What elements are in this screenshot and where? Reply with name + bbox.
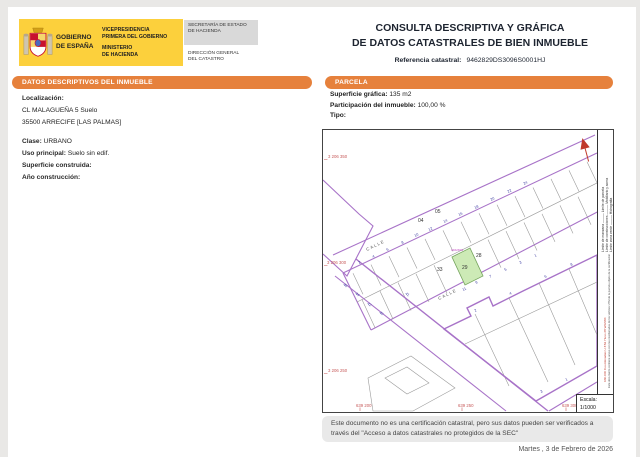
map-label: 8: [401, 240, 405, 245]
map-label: 3 206 350: [328, 154, 348, 159]
map-label: 41: [404, 292, 410, 298]
legend-line: Límite zona verde ——— Hidrografía: [609, 198, 613, 252]
document-title-line1: CONSULTA DESCRIPTIVA Y GRÁFICA: [326, 22, 614, 34]
scale-box: Escala: 1/1000: [576, 394, 613, 412]
section-header-datos: DATOS DESCRIPTIVOS DEL INMUEBLE: [12, 76, 312, 89]
uso-label: Uso principal:: [22, 150, 66, 157]
clase-label: Clase:: [22, 138, 42, 145]
map-label: 6: [386, 247, 390, 252]
map-label: 11: [462, 287, 467, 292]
ministries-label: VICEPRESIDENCIA PRIMERA DEL GOBIERNO MIN…: [102, 27, 167, 58]
map-label: 28: [476, 253, 482, 259]
map-label: 3: [519, 260, 523, 265]
cadastral-map-drawing: 3 206 3503 206 3003 206 250639 200639 25…: [323, 130, 597, 412]
address-line2: 35500 ARRECIFE [LAS PALMAS]: [22, 119, 302, 126]
direccion-general-catastro-label: DIRECCIÓN GENERAL DEL CATASTRO: [188, 51, 239, 63]
map-label: 1: [565, 377, 569, 382]
map-label: 04: [418, 218, 424, 224]
cadastral-reference-value: 9462829DS3096S0001HJ: [466, 57, 545, 64]
uso-value: Suelo sin edif.: [68, 150, 109, 157]
map-label: 4: [372, 254, 376, 259]
gobierno-espana-label: GOBIERNO DE ESPAÑA: [56, 34, 96, 50]
map-label: 8: [570, 262, 574, 267]
map-label: 44: [354, 292, 360, 298]
spain-coat-of-arms-icon: [23, 23, 53, 63]
map-label: 639 250: [458, 403, 474, 408]
government-banner: GOBIERNO DE ESPAÑA VICEPRESIDENCIA PRIME…: [19, 19, 183, 66]
superficie-construida-label: Superficie construida:: [22, 162, 92, 169]
document-title-line2: DE DATOS CATASTRALES DE BIEN INMUEBLE: [326, 37, 614, 49]
superficie-grafica-value: 135 m2: [389, 91, 411, 98]
map-label: 1: [534, 253, 538, 258]
map-label: 40: [378, 311, 384, 317]
map-label: 7: [489, 274, 493, 279]
legend-utm-note: 630.000 Coordenadas U.T.M. Huso 28 WGS84: [603, 318, 607, 383]
map-label: 2: [474, 308, 478, 313]
document-page: GOBIERNO DE ESPAÑA VICEPRESIDENCIA PRIME…: [8, 7, 636, 457]
map-label: 42: [366, 302, 372, 308]
cadastral-map: 3 206 3503 206 3003 206 250639 200639 25…: [322, 129, 614, 413]
scale-label: Escala:: [580, 396, 613, 404]
map-label: 24: [523, 180, 529, 185]
map-label: 3: [540, 389, 544, 394]
scale-value: 1/1000: [580, 404, 613, 412]
cadastral-reference-label: Referencia catastral:: [395, 57, 462, 64]
map-label: 3 206 300: [327, 260, 347, 265]
map-label: 9: [475, 280, 479, 285]
property-data-panel: Localización: CL MALAGUEÑA 5 Suelo 35500…: [22, 95, 302, 185]
certification-disclaimer: Este documento no es una certificación c…: [322, 416, 613, 442]
clase-value: URBANO: [44, 138, 72, 145]
participacion-value: 100,00 %: [418, 102, 446, 109]
map-label: 3 206 250: [328, 368, 348, 373]
map-label: CALLE: [365, 239, 385, 252]
map-label: 9462829: [451, 248, 463, 252]
parcel-data-panel: Superficie gráfica: 135 m2 Participación…: [330, 91, 612, 123]
localizacion-label: Localización:: [22, 95, 64, 102]
anio-construccion-label: Año construcción:: [22, 174, 80, 181]
map-label: 05: [435, 209, 441, 215]
map-label: 639 200: [356, 403, 372, 408]
map-label: 6: [544, 274, 548, 279]
map-label: 46: [342, 283, 348, 289]
map-label: 29: [462, 265, 468, 271]
document-date: Martes , 3 de Febrero de 2026: [322, 446, 613, 453]
section-header-parcela: PARCELA: [325, 76, 613, 89]
cadastral-reference: Referencia catastral: 9462829DS3096S0001H…: [326, 57, 614, 64]
map-label: 4: [509, 291, 513, 296]
tipo-label: Tipo:: [330, 112, 346, 119]
legend-cert-note: Este documento contiene anexo con las co…: [608, 254, 611, 388]
map-label: 33: [437, 267, 443, 273]
participacion-label: Participación del inmueble:: [330, 102, 416, 109]
superficie-grafica-label: Superficie gráfica:: [330, 91, 388, 98]
address-line1: CL MALAGUEÑA 5 Suelo: [22, 107, 302, 114]
secretaria-estado-box: SECRETARÍA DE ESTADO DE HACIENDA: [184, 20, 258, 45]
map-label: 5: [504, 267, 508, 272]
map-legend: Límite de manzana ——— Límite de parcela …: [597, 130, 613, 394]
